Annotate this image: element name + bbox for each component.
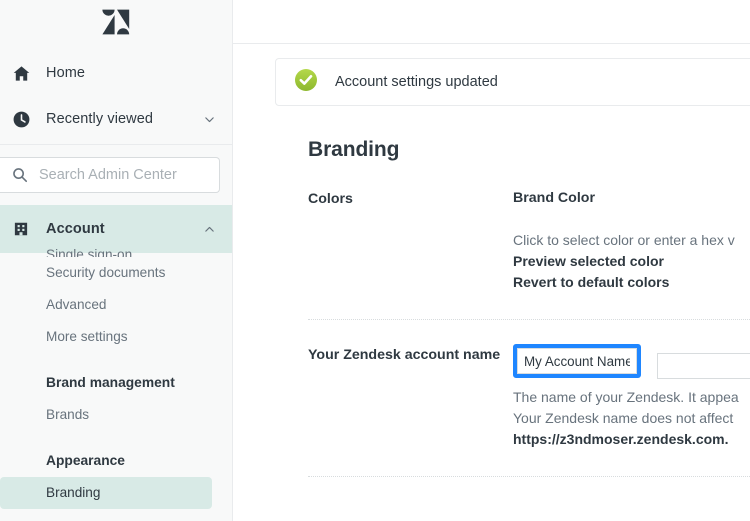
section-body-colors: Brand Color Click to select color or ent… (513, 188, 750, 293)
sidebar-subitem-more-settings[interactable]: More settings (0, 321, 232, 353)
section-account-name: Your Zendesk account name The name of yo… (308, 344, 750, 450)
sidebar-item-label: Home (46, 65, 86, 81)
account-name-helper-line-1: The name of your Zendesk. It appea (513, 389, 739, 405)
search-input[interactable] (28, 166, 228, 184)
sidebar-group-heading-brand-management: Brand management (46, 375, 175, 390)
sidebar-subitem-brands[interactable]: Brands (0, 399, 232, 431)
page-title: Branding (308, 138, 400, 161)
sidebar-item-label: Recently viewed (46, 111, 154, 127)
zendesk-logo-wrap[interactable] (0, 0, 232, 44)
account-name-helper-line-2: Your Zendesk name does not affect (513, 410, 734, 426)
account-name-subdomain-url: https://z3ndmoser.zendesk.com. (513, 431, 729, 447)
account-name-input[interactable] (517, 348, 637, 374)
section-divider-2 (308, 476, 750, 477)
clock-icon (12, 110, 38, 129)
account-name-helper: The name of your Zendesk. It appea Your … (513, 387, 750, 450)
main-content: Account settings updated Branding Colors… (233, 0, 750, 521)
success-banner-text: Account settings updated (335, 74, 498, 90)
search-box[interactable] (0, 157, 228, 193)
section-label-account-name: Your Zendesk account name (308, 347, 501, 363)
sidebar-item-label: Account (46, 221, 105, 237)
success-banner: Account settings updated (275, 58, 750, 106)
chevron-up-icon[interactable] (202, 222, 216, 236)
building-icon (12, 220, 38, 238)
home-icon (12, 64, 38, 83)
brand-color-helper: Click to select color or enter a hex v (513, 232, 735, 248)
sidebar-search-wrap (0, 145, 232, 205)
zendesk-logo (102, 9, 130, 35)
top-bar (233, 0, 750, 44)
success-check-icon (294, 68, 318, 97)
content-area: Account settings updated Branding Colors… (233, 58, 750, 477)
sidebar-subitem-branding[interactable]: Branding (0, 477, 212, 509)
section-colors: Colors Brand Color Click to select color… (308, 188, 750, 293)
revert-to-default-colors-link[interactable]: Revert to default colors (513, 272, 750, 293)
sidebar-subitem-advanced[interactable]: Advanced (0, 289, 232, 321)
section-label-colors: Colors (308, 191, 353, 207)
sidebar-item-home[interactable]: Home (0, 50, 232, 96)
section-divider-1 (308, 319, 750, 320)
preview-selected-color-link[interactable]: Preview selected color (513, 251, 750, 272)
secondary-text-field[interactable] (657, 353, 750, 379)
sidebar: Home Recently viewed Search Admin Center… (0, 0, 233, 521)
brand-color-title: Brand Color (513, 190, 595, 206)
admin-center-page: Home Recently viewed Search Admin Center… (0, 0, 750, 521)
brand-color-controls: Click to select color or enter a hex v P… (513, 230, 750, 293)
sidebar-subitem-single-sign-on[interactable]: Single sign-on (0, 245, 232, 257)
section-body-account-name: The name of your Zendesk. It appea Your … (513, 344, 750, 450)
sidebar-subnav: Single sign-on Security documents Advanc… (0, 245, 232, 509)
sidebar-group-heading-appearance: Appearance (46, 453, 125, 468)
chevron-down-icon[interactable] (202, 112, 216, 126)
sidebar-item-recently-viewed[interactable]: Recently viewed (0, 96, 232, 142)
search-icon (12, 167, 28, 183)
account-name-field-focus-ring (513, 344, 641, 378)
sidebar-subitem-security-documents[interactable]: Security documents (0, 257, 232, 289)
sidebar-primary-nav: Home Recently viewed (0, 44, 232, 142)
